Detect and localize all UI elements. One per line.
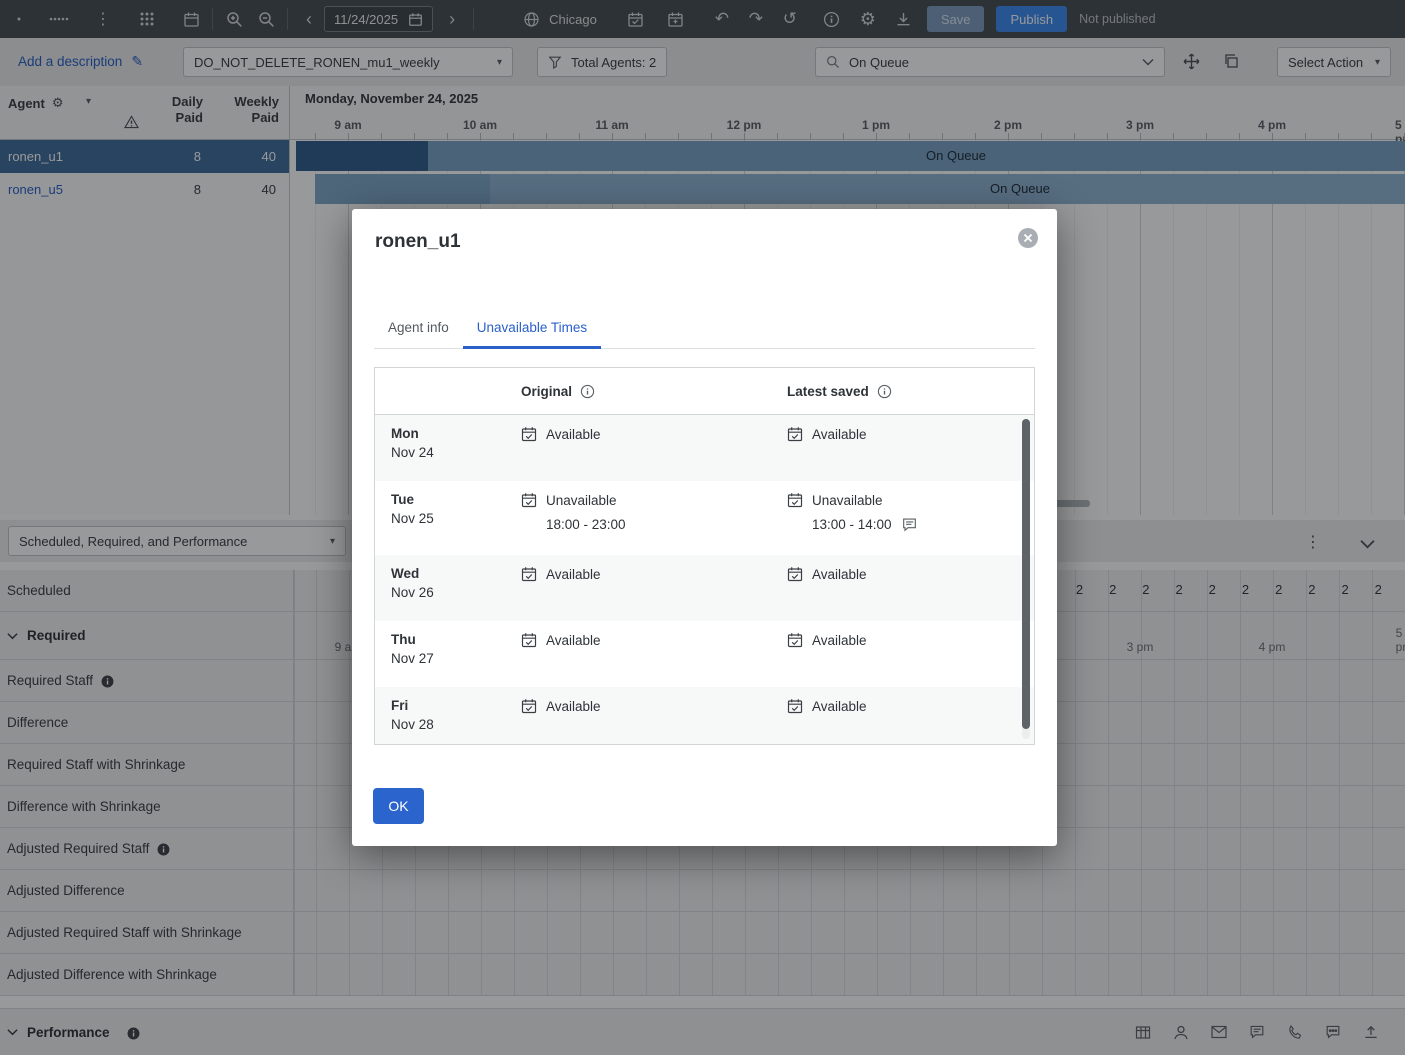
date-label: Nov 24 (391, 445, 505, 460)
agent-details-dialog: ronen_u1 Agent info Unavailable Times Or… (352, 209, 1057, 846)
unavailable-time-range: 18:00 - 23:00 (546, 517, 626, 532)
close-icon[interactable] (1017, 227, 1039, 249)
original-cell: Available (505, 687, 771, 745)
availability-status: Available (546, 427, 601, 442)
calendar-check-icon (521, 492, 537, 508)
availability-status: Available (812, 427, 867, 442)
latest-saved-cell: Available (771, 687, 1034, 745)
day-label: Fri (391, 698, 505, 713)
ok-button[interactable]: OK (373, 788, 424, 824)
table-header: Original Latest saved (375, 368, 1034, 415)
table-body: MonNov 24AvailableAvailableTueNov 25Unav… (375, 415, 1034, 745)
day-label: Tue (391, 492, 505, 507)
original-column-header: Original (521, 384, 572, 399)
dialog-tabs: Agent info Unavailable Times (374, 307, 1035, 349)
latest-saved-cell: Available (771, 415, 1034, 481)
info-icon[interactable] (877, 384, 892, 399)
availability-status: Unavailable (812, 493, 883, 508)
original-cell: Available (505, 555, 771, 621)
day-label: Wed (391, 566, 505, 581)
unavailable-times-row: Wed Nov 26 Available Available (375, 555, 1034, 621)
availability-status: Available (546, 567, 601, 582)
table-scrollbar[interactable] (1022, 419, 1030, 739)
latest-saved-cell: Unavailable 13:00 - 14:00 (771, 481, 1034, 555)
day-label: Thu (391, 632, 505, 647)
calendar-check-icon (521, 566, 537, 582)
latest-saved-cell: Available (771, 621, 1034, 687)
calendar-check-icon (787, 566, 803, 582)
availability-status: Available (546, 633, 601, 648)
availability-status: Available (812, 567, 867, 582)
scrollbar-thumb[interactable] (1022, 419, 1030, 729)
unavailable-times-row: Mon Nov 24 Available Available (375, 415, 1034, 481)
comment-icon (902, 517, 917, 532)
unavailable-time-range: 13:00 - 14:00 (812, 517, 892, 532)
unavailable-times-table: Original Latest saved Mon Nov 24 Available… (374, 367, 1035, 745)
latest-saved-cell: Available (771, 555, 1034, 621)
calendar-check-icon (787, 632, 803, 648)
calendar-check-icon (787, 492, 803, 508)
date-label: Nov 26 (391, 585, 505, 600)
availability-status: Available (812, 633, 867, 648)
tab-agent-info[interactable]: Agent info (374, 307, 463, 348)
unavailable-times-row: TueNov 25Unavailable18:00 - 23:00Unavail… (375, 481, 1034, 555)
availability-status: Unavailable (546, 493, 617, 508)
availability-status: Available (546, 699, 601, 714)
info-icon[interactable] (580, 384, 595, 399)
latest-saved-column-header: Latest saved (787, 384, 869, 399)
calendar-check-icon (787, 426, 803, 442)
date-label: Nov 27 (391, 651, 505, 666)
unavailable-times-row: Thu Nov 27 Available Available (375, 621, 1034, 687)
calendar-check-icon (521, 632, 537, 648)
calendar-check-icon (787, 698, 803, 714)
original-cell: Available (505, 415, 771, 481)
calendar-check-icon (521, 698, 537, 714)
date-label: Nov 28 (391, 717, 505, 732)
availability-status: Available (812, 699, 867, 714)
unavailable-times-row: Fri Nov 28 Available Available (375, 687, 1034, 745)
original-cell: Available (505, 621, 771, 687)
calendar-check-icon (521, 426, 537, 442)
dialog-title: ronen_u1 (375, 231, 461, 253)
date-label: Nov 25 (391, 511, 505, 526)
day-label: Mon (391, 426, 505, 441)
tab-unavailable-times[interactable]: Unavailable Times (463, 307, 601, 348)
original-cell: Unavailable 18:00 - 23:00 (505, 481, 771, 555)
